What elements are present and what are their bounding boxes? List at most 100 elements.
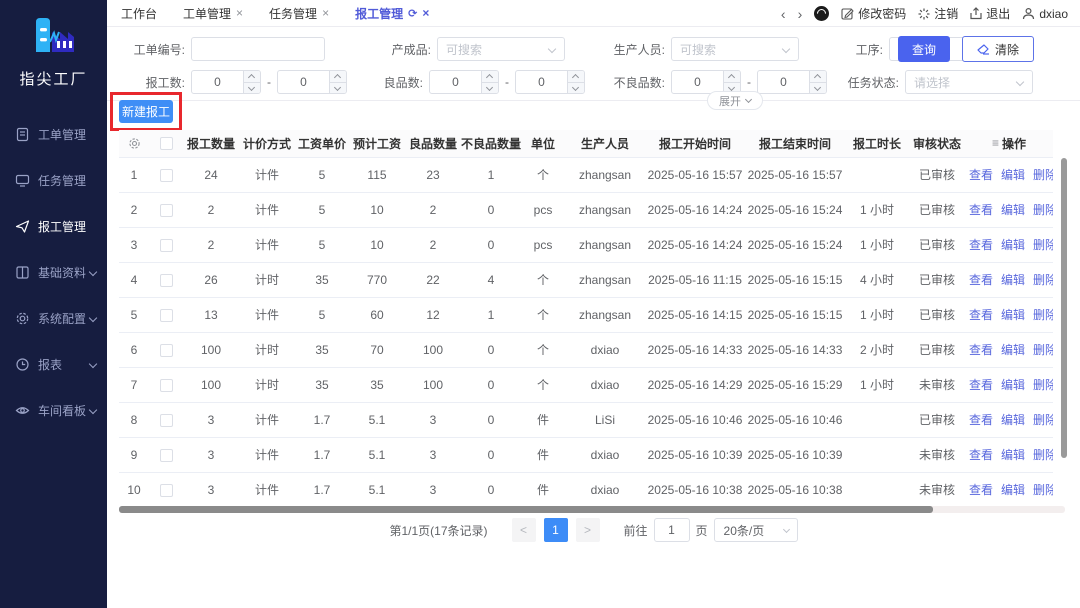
row-checkbox[interactable] <box>159 483 173 497</box>
view-link[interactable]: 查看 <box>969 203 993 217</box>
delete-link[interactable]: 删除 <box>1033 413 1053 427</box>
task-status-select[interactable]: 请选择 <box>905 70 1033 94</box>
operations-filter-icon[interactable]: ≡ <box>992 136 999 150</box>
decrement-icon[interactable] <box>810 81 826 94</box>
edit-link[interactable]: 编辑 <box>1001 168 1025 182</box>
tab-work-report[interactable]: 报工管理 ⟳ × <box>355 5 429 22</box>
decrement-icon[interactable] <box>244 81 260 94</box>
row-checkbox[interactable] <box>159 413 173 427</box>
view-link[interactable]: 查看 <box>969 273 993 287</box>
page-1-button[interactable]: 1 <box>543 518 568 542</box>
delete-link[interactable]: 删除 <box>1033 378 1053 392</box>
edit-link[interactable]: 编辑 <box>1001 238 1025 252</box>
tab-workbench[interactable]: 工作台 <box>121 5 157 22</box>
increment-icon[interactable] <box>244 71 260 82</box>
edit-link[interactable]: 编辑 <box>1001 483 1025 497</box>
tab-work-orders[interactable]: 工单管理 × <box>183 5 243 22</box>
view-link[interactable]: 查看 <box>969 413 993 427</box>
row-checkbox[interactable] <box>159 378 173 392</box>
sidebar-item-basic-data[interactable]: 基础资料 <box>0 249 107 295</box>
exit-button[interactable]: 退出 <box>970 5 1010 22</box>
edit-link[interactable]: 编辑 <box>1001 203 1025 217</box>
sidebar-item-reports[interactable]: 报表 <box>0 341 107 387</box>
producer-select[interactable]: 可搜索 <box>671 37 799 61</box>
sidebar-item-work-orders[interactable]: 工单管理 <box>0 111 107 157</box>
tab-tasks[interactable]: 任务管理 × <box>269 5 329 22</box>
sidebar-item-work-report[interactable]: 报工管理 <box>0 203 107 249</box>
product-select[interactable]: 可搜索 <box>437 37 565 61</box>
increment-icon[interactable] <box>724 71 740 82</box>
row-checkbox[interactable] <box>159 238 173 252</box>
horizontal-scrollbar[interactable] <box>119 506 1065 513</box>
sidebar-item-workshop-board[interactable]: 车间看板 <box>0 387 107 433</box>
increment-icon[interactable] <box>810 71 826 82</box>
goto-page-input[interactable]: 1 <box>653 518 690 542</box>
delete-link[interactable]: 删除 <box>1033 273 1053 287</box>
view-link[interactable]: 查看 <box>969 343 993 357</box>
delete-link[interactable]: 删除 <box>1033 168 1053 182</box>
logout-button[interactable]: 注销 <box>918 5 958 22</box>
increment-icon[interactable] <box>330 71 346 82</box>
new-report-button[interactable]: 新建报工 <box>119 100 173 123</box>
close-icon[interactable]: × <box>236 6 243 20</box>
refresh-icon[interactable]: ⟳ <box>408 7 417 20</box>
delete-link[interactable]: 删除 <box>1033 343 1053 357</box>
sidebar-item-system-config[interactable]: 系统配置 <box>0 295 107 341</box>
increment-icon[interactable] <box>568 71 584 82</box>
work-order-input[interactable] <box>191 37 325 61</box>
view-link[interactable]: 查看 <box>969 238 993 252</box>
estimated-wage-cell: 770 <box>349 262 405 298</box>
report-qty-to-stepper[interactable]: 0 <box>277 70 347 94</box>
forward-arrow-icon[interactable]: › <box>798 6 803 22</box>
clear-button[interactable]: 清除 <box>962 36 1034 62</box>
row-checkbox[interactable] <box>159 203 173 217</box>
next-page-button[interactable]: > <box>575 518 600 542</box>
bad-qty-to-stepper[interactable]: 0 <box>757 70 827 94</box>
horizontal-scrollbar-thumb[interactable] <box>119 506 933 513</box>
page-size-select[interactable]: 20条/页 <box>713 518 798 542</box>
row-checkbox-cell <box>149 157 183 193</box>
view-link[interactable]: 查看 <box>969 483 993 497</box>
change-password-button[interactable]: 修改密码 <box>841 5 906 22</box>
row-checkbox[interactable] <box>159 308 173 322</box>
delete-link[interactable]: 删除 <box>1033 448 1053 462</box>
close-icon[interactable]: × <box>322 6 329 20</box>
decrement-icon[interactable] <box>330 81 346 94</box>
view-link[interactable]: 查看 <box>969 448 993 462</box>
edit-link[interactable]: 编辑 <box>1001 413 1025 427</box>
delete-link[interactable]: 删除 <box>1033 308 1053 322</box>
decrement-icon[interactable] <box>568 81 584 94</box>
edit-link[interactable]: 编辑 <box>1001 273 1025 287</box>
edit-link[interactable]: 编辑 <box>1001 343 1025 357</box>
increment-icon[interactable] <box>482 71 498 82</box>
row-checkbox[interactable] <box>159 168 173 182</box>
column-settings-gear-icon[interactable] <box>128 137 141 150</box>
good-qty-to-stepper[interactable]: 0 <box>515 70 585 94</box>
good-qty-from-stepper[interactable]: 0 <box>429 70 499 94</box>
theme-toggle-icon[interactable] <box>814 6 830 21</box>
row-checkbox[interactable] <box>159 273 173 287</box>
edit-link[interactable]: 编辑 <box>1001 378 1025 392</box>
view-link[interactable]: 查看 <box>969 308 993 322</box>
vertical-scrollbar[interactable] <box>1061 158 1067 514</box>
decrement-icon[interactable] <box>482 81 498 94</box>
row-checkbox[interactable] <box>159 448 173 462</box>
back-arrow-icon[interactable]: ‹ <box>781 6 786 22</box>
report-qty-from-stepper[interactable]: 0 <box>191 70 261 94</box>
expand-toggle[interactable]: 展开 <box>707 91 763 110</box>
delete-link[interactable]: 删除 <box>1033 483 1053 497</box>
view-link[interactable]: 查看 <box>969 168 993 182</box>
select-all-checkbox[interactable] <box>159 137 173 151</box>
delete-link[interactable]: 删除 <box>1033 238 1053 252</box>
edit-link[interactable]: 编辑 <box>1001 308 1025 322</box>
close-icon[interactable]: × <box>422 6 429 20</box>
edit-link[interactable]: 编辑 <box>1001 448 1025 462</box>
vertical-scrollbar-thumb[interactable] <box>1061 158 1067 458</box>
search-button[interactable]: 查询 <box>898 36 950 62</box>
delete-link[interactable]: 删除 <box>1033 203 1053 217</box>
prev-page-button[interactable]: < <box>511 518 536 542</box>
sidebar-item-tasks[interactable]: 任务管理 <box>0 157 107 203</box>
user-menu[interactable]: dxiao <box>1022 7 1068 21</box>
row-checkbox[interactable] <box>159 343 173 357</box>
view-link[interactable]: 查看 <box>969 378 993 392</box>
